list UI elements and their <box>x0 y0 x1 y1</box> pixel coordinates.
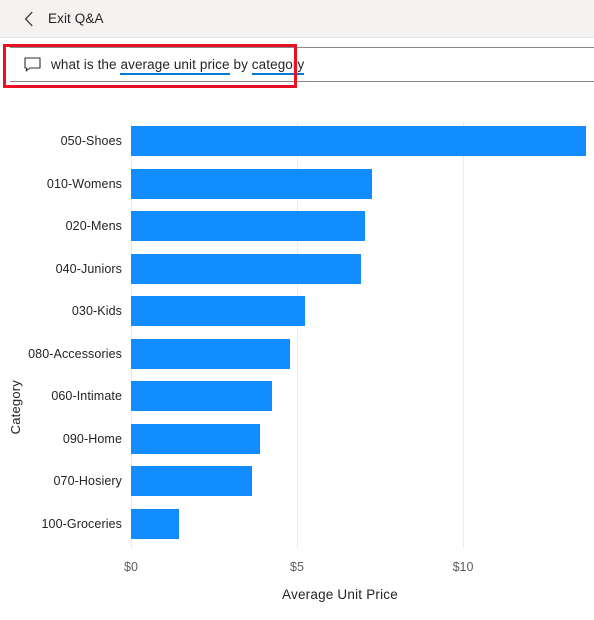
bar[interactable] <box>131 508 180 539</box>
bar-row[interactable]: 040-Juniors <box>0 250 594 288</box>
category-label: 100-Groceries <box>41 516 122 531</box>
bar[interactable] <box>131 423 261 454</box>
category-label: 040-Juniors <box>55 261 122 276</box>
category-label: 010-Womens <box>46 176 122 191</box>
x-tick-label: $0 <box>124 560 138 574</box>
category-label: 050-Shoes <box>60 134 122 148</box>
category-label: 060-Intimate <box>51 389 122 403</box>
bar-row[interactable]: 080-Accessories <box>0 335 594 373</box>
category-label: 070-Hosiery <box>53 474 122 488</box>
bar[interactable] <box>131 168 373 199</box>
x-axis-ticks: $0 $5 $10 <box>0 560 594 584</box>
qna-question-input[interactable]: what is the average unit price by catego… <box>10 47 594 82</box>
bar[interactable] <box>131 253 362 284</box>
bar[interactable] <box>131 466 252 496</box>
bar-row[interactable]: 030-Kids <box>0 292 594 330</box>
bar[interactable] <box>131 381 273 411</box>
x-axis-title-wrap: Average Unit Price <box>0 587 594 602</box>
x-tick-label: $5 <box>290 560 304 574</box>
bar-row[interactable]: 070-Hosiery <box>0 462 594 500</box>
bar-row[interactable]: 090-Home <box>0 420 594 458</box>
bar[interactable] <box>131 126 586 156</box>
category-label: 080-Accessories <box>28 346 122 361</box>
chevron-left-icon[interactable] <box>22 11 36 27</box>
qna-token-2: by <box>229 57 252 72</box>
bar-row[interactable]: 060-Intimate <box>0 377 594 415</box>
bar-row[interactable]: 050-Shoes <box>0 122 594 160</box>
bar[interactable] <box>131 211 366 241</box>
x-tick-label: $10 <box>452 560 474 574</box>
qna-token-3-entity[interactable]: category <box>251 57 305 75</box>
category-label: 030-Kids <box>71 304 122 318</box>
bar-row[interactable]: 010-Womens <box>0 165 594 203</box>
x-axis-title: Average Unit Price <box>282 587 398 602</box>
qna-page: Exit Q&A what is the average unit price … <box>0 0 594 620</box>
bar-row[interactable]: 100-Groceries <box>0 505 594 543</box>
bar[interactable] <box>131 338 291 369</box>
category-label: 020-Mens <box>65 219 122 233</box>
exit-qna-label[interactable]: Exit Q&A <box>48 11 104 26</box>
chart-plot-area[interactable]: 050-Shoes 010-Womens 020-Mens 040-Juniors 03… <box>0 90 594 580</box>
speech-bubble-icon <box>24 57 41 72</box>
qna-question-text[interactable]: what is the average unit price by catego… <box>51 57 305 75</box>
bar-row[interactable]: 020-Mens <box>0 207 594 245</box>
bar[interactable] <box>131 296 305 326</box>
category-label: 090-Home <box>62 431 122 446</box>
bar-chart-visual[interactable]: Category 050-Shoes 010-Womens 020-Mens 040-… <box>0 90 594 620</box>
qna-token-1-entity[interactable]: average unit price <box>120 57 230 75</box>
qna-token-0: what is the <box>51 57 121 72</box>
qna-header: Exit Q&A <box>0 0 594 38</box>
